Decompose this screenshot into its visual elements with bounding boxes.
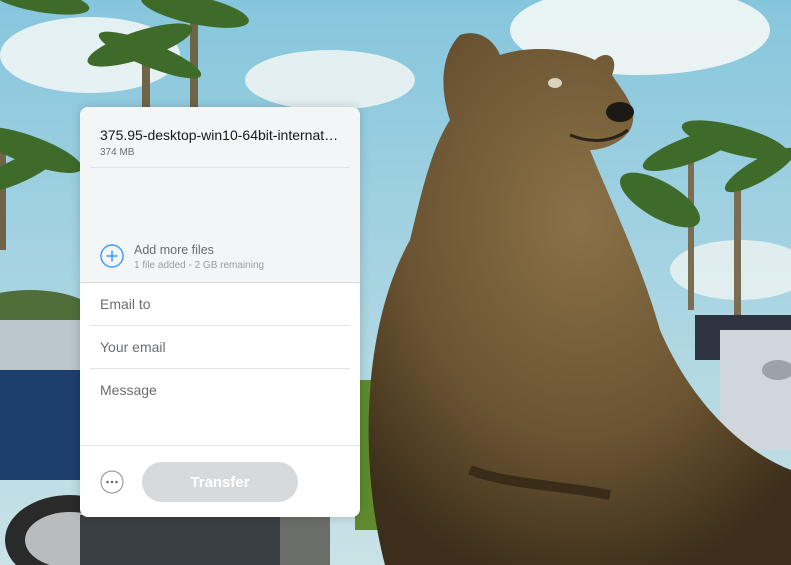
more-options-icon[interactable]	[100, 470, 124, 494]
add-more-files-button[interactable]: Add more files 1 file added - 2 GB remai…	[100, 243, 340, 273]
divider	[80, 445, 360, 446]
email-to-field[interactable]	[90, 283, 350, 325]
your-email-field[interactable]	[90, 326, 350, 368]
file-name: 375.95-desktop-win10-64bit-international…	[100, 127, 340, 143]
file-size: 374 MB	[100, 147, 135, 158]
divider	[90, 167, 350, 168]
files-added-status: 1 file added - 2 GB remaining	[134, 260, 265, 271]
transfer-panel: 375.95-desktop-win10-64bit-international…	[80, 107, 360, 517]
message-field[interactable]	[90, 369, 350, 444]
file-list-panel: 375.95-desktop-win10-64bit-international…	[80, 107, 360, 282]
file-item[interactable]: 375.95-desktop-win10-64bit-international…	[100, 127, 340, 158]
add-more-files-label: Add more files	[134, 243, 214, 257]
plus-circle-icon[interactable]	[100, 244, 124, 268]
transfer-button[interactable]: Transfer	[142, 462, 298, 502]
